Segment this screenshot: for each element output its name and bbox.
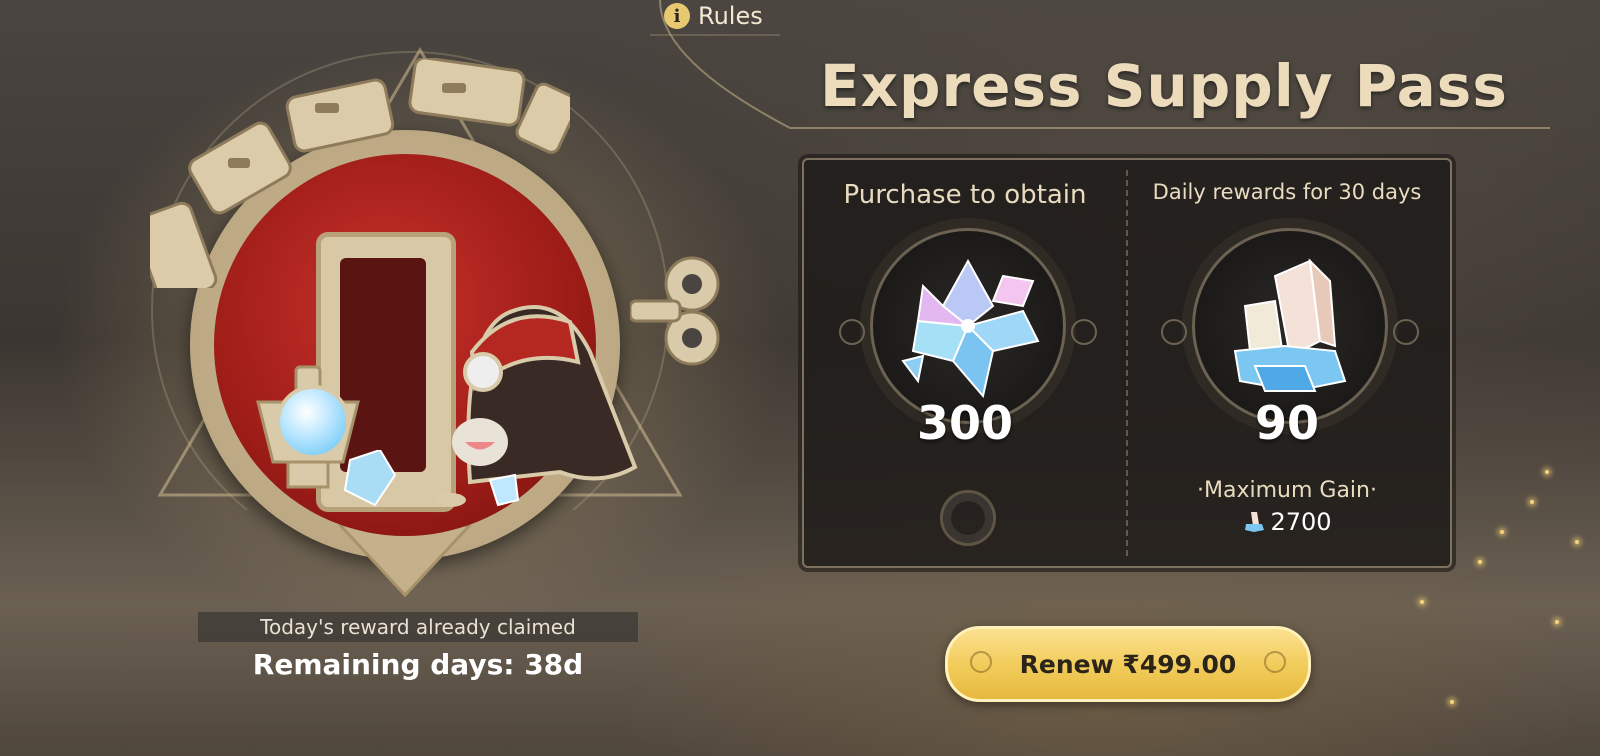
renew-button[interactable]: Renew ₹499.00 — [945, 626, 1311, 702]
sparkle — [1478, 560, 1482, 564]
maximum-gain-value: 2700 — [1270, 508, 1332, 536]
ring-ornament — [1071, 319, 1097, 345]
page-title: Express Supply Pass — [820, 52, 1508, 120]
ring-ornament — [1161, 319, 1187, 345]
purchase-heading: Purchase to obtain — [843, 180, 1087, 210]
renew-label: Renew ₹499.00 — [1019, 649, 1237, 679]
purchase-amount: 300 — [916, 396, 1014, 450]
purchase-reward-column: Purchase to obtain 300 — [804, 160, 1126, 566]
daily-reward-column: Daily rewards for 30 days 90 ·Maximum Ga… — [1126, 160, 1448, 566]
sparkle — [1420, 600, 1424, 604]
remaining-days-text: Remaining days: 38d — [252, 648, 584, 681]
sparkle — [1545, 470, 1549, 474]
ring-ornament — [1393, 319, 1419, 345]
sparkle — [1500, 530, 1504, 534]
stellar-jade-icon — [1233, 258, 1347, 393]
oneiric-shard-icon — [901, 258, 1040, 399]
ring-ornament — [839, 319, 865, 345]
status-bar: Today's reward already claimed — [198, 612, 638, 642]
crystal-shards-decoration — [343, 450, 520, 507]
stellar-jade-small-icon — [1245, 512, 1265, 532]
lamp-glass — [276, 385, 350, 459]
reward-panel: Purchase to obtain 300 Daily rewards for… — [802, 158, 1452, 568]
maximum-gain-label: ·Maximum Gain· — [1197, 478, 1377, 503]
sparkle — [1530, 500, 1534, 504]
daily-amount: 90 — [1254, 396, 1319, 450]
maximum-gain-row: 2700 — [1126, 508, 1448, 536]
daily-reward-ring — [1161, 228, 1419, 424]
seal-point — [337, 525, 473, 598]
sparkle — [1450, 700, 1454, 704]
button-ornament — [1264, 651, 1286, 673]
claimed-status-text: Today's reward already claimed — [260, 615, 576, 639]
sparkle — [1575, 540, 1579, 544]
wind-up-key-illustration — [630, 256, 720, 366]
button-ornament — [970, 651, 992, 673]
purchase-reward-ring — [839, 228, 1097, 424]
daily-heading: Daily rewards for 30 days — [1152, 180, 1422, 204]
sparkle — [1555, 620, 1559, 624]
panel-bottom-ornament — [940, 490, 996, 546]
